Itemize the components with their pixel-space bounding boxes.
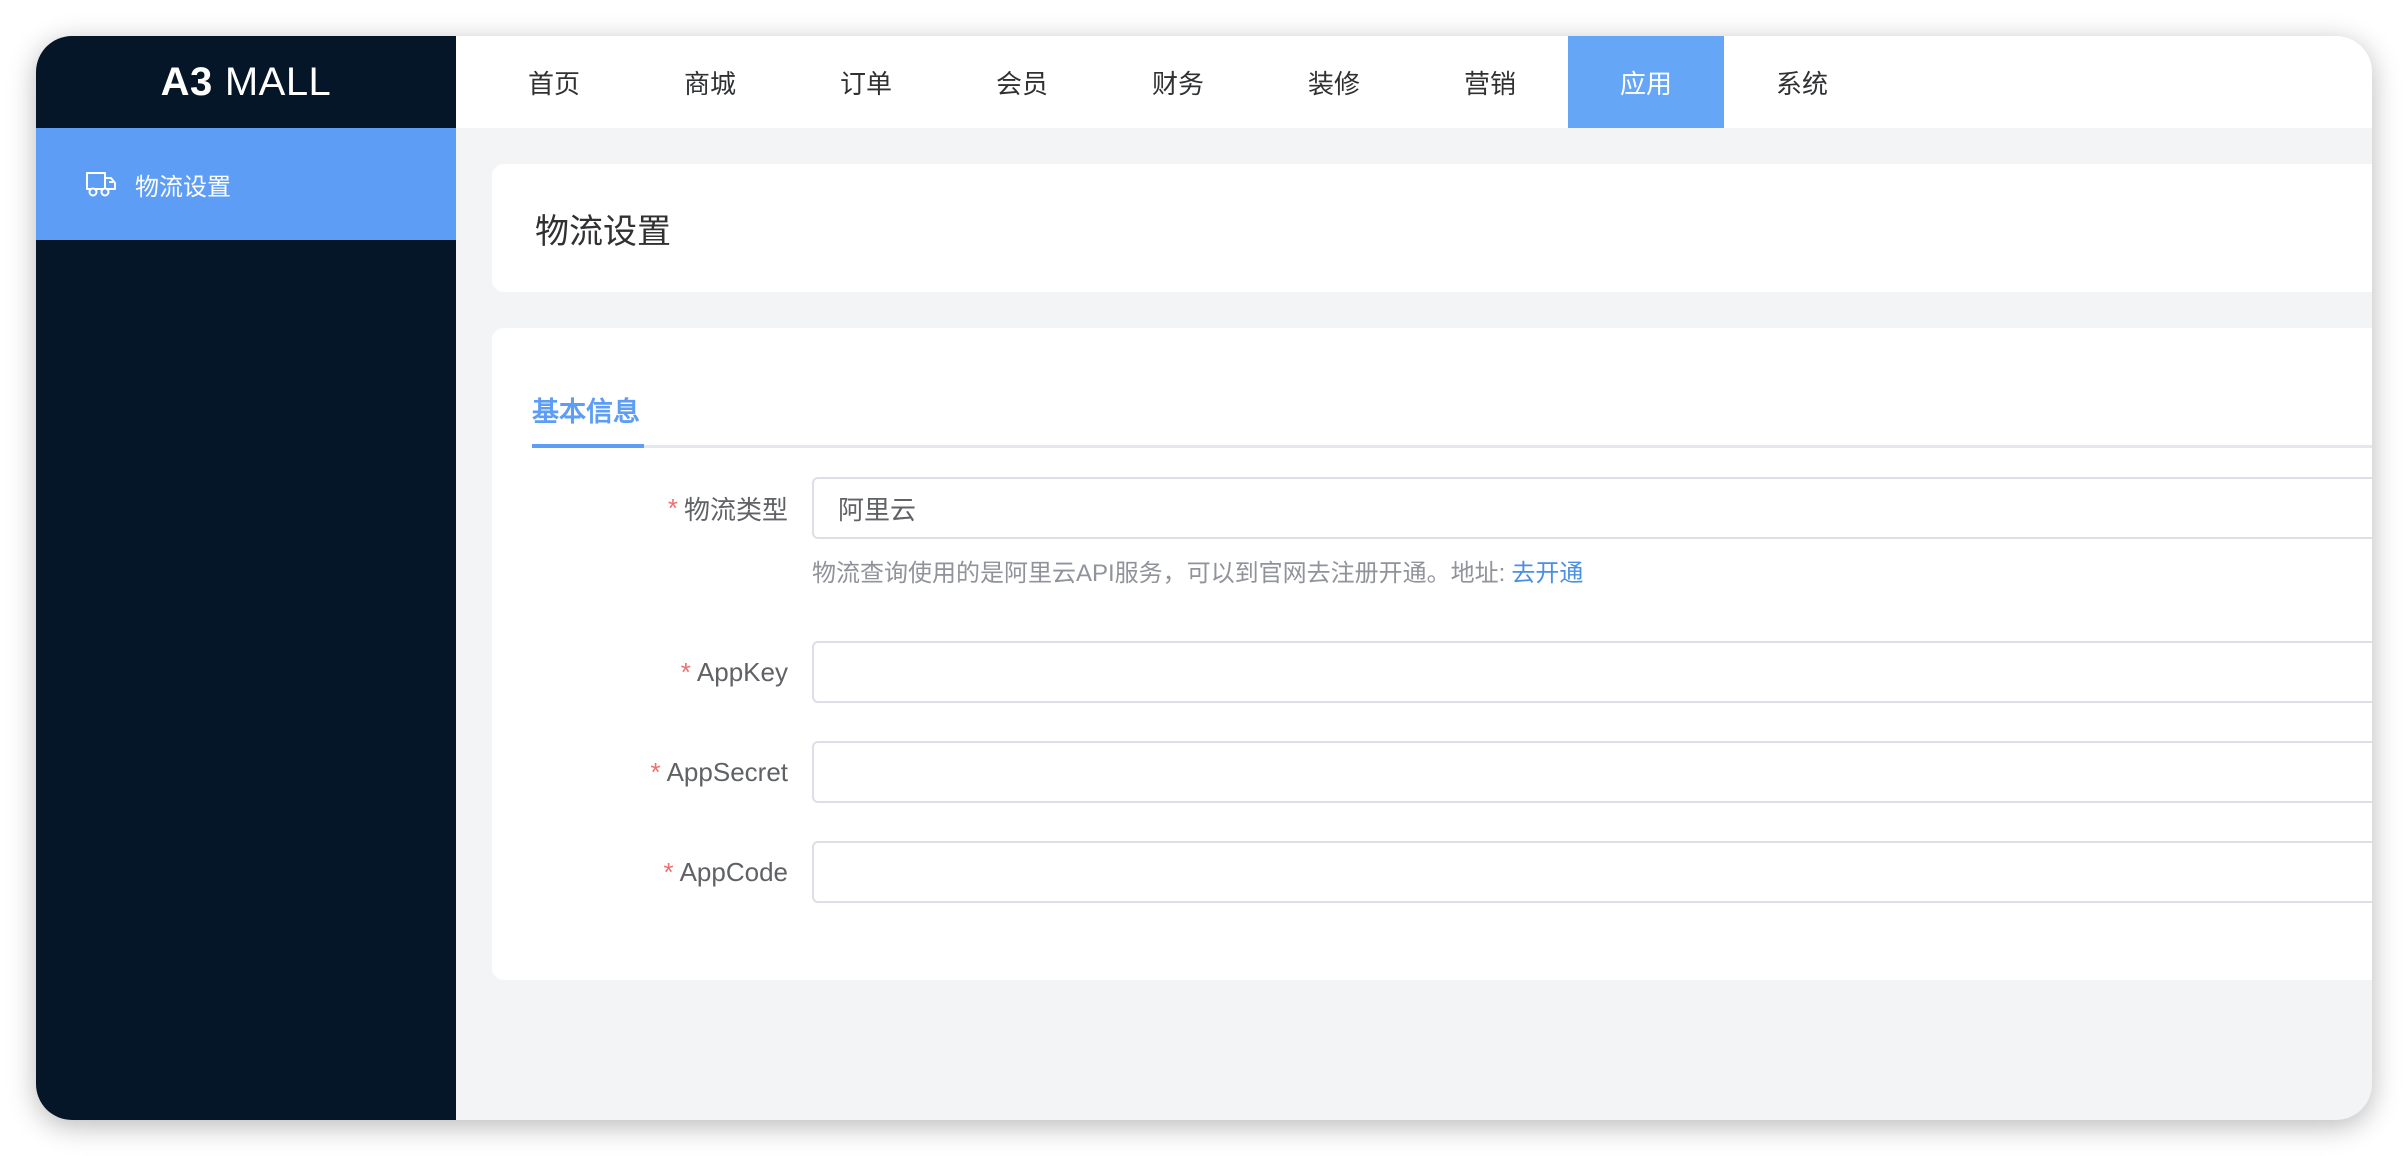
field-label-text: AppSecret	[666, 756, 788, 787]
required-mark: *	[680, 656, 691, 687]
field-label-text: AppCode	[679, 856, 788, 887]
help-text: 物流查询使用的是阿里云API服务，可以到官网去注册开通。地址: 去开通	[812, 553, 1583, 588]
appkey-input[interactable]	[812, 641, 2372, 703]
form-tabs: 基本信息	[532, 328, 2372, 448]
tab-system[interactable]: 系统	[1724, 36, 1880, 128]
tab-decoration[interactable]: 装修	[1256, 36, 1412, 128]
top-nav: 首页 商城 订单 会员 财务 装修 营销 应用 系统	[456, 36, 2372, 128]
field-label-text: 物流类型	[683, 494, 788, 525]
logo: A3 MALL	[36, 36, 456, 128]
sidebar-item-label: 物流设置	[135, 173, 231, 201]
field-label-text: AppKey	[696, 656, 788, 687]
form-row-appsecret: * AppSecret	[492, 741, 2372, 803]
form-row-appkey: * AppKey	[492, 641, 2372, 703]
field-label: * AppCode	[492, 841, 788, 903]
required-mark: *	[650, 756, 661, 787]
tab-marketing[interactable]: 营销	[1412, 36, 1568, 128]
tab-orders[interactable]: 订单	[788, 36, 944, 128]
tabs-divider	[532, 445, 2372, 448]
required-mark: *	[667, 492, 678, 523]
appsecret-input[interactable]	[812, 741, 2372, 803]
logo-thin: MALL	[224, 59, 332, 104]
tab-mall[interactable]: 商城	[632, 36, 788, 128]
sidebar-item-logistics-settings[interactable]: 物流设置	[36, 128, 456, 240]
form-card: 基本信息 * 物流类型 物流查询使用的是阿里云API服务，可以到官网去注册开通。…	[492, 328, 2372, 980]
field-label: * AppSecret	[492, 741, 788, 803]
field-label: * AppKey	[492, 641, 788, 703]
top-nav-tabs: 首页 商城 订单 会员 财务 装修 营销 应用 系统	[476, 36, 1880, 128]
required-mark: *	[663, 856, 674, 887]
tab-home[interactable]: 首页	[476, 36, 632, 128]
app-window: A3 MALL 物流设置 首页 商城 订单 会员 财务 装修 营销 应用 系统 …	[36, 36, 2372, 1120]
form-row-appcode: * AppCode	[492, 841, 2372, 903]
logistics-type-input[interactable]	[812, 477, 2372, 539]
truck-icon	[85, 170, 117, 198]
activate-link[interactable]: 去开通	[1511, 560, 1583, 587]
tab-apps[interactable]: 应用	[1568, 36, 1724, 128]
page-title: 物流设置	[535, 212, 671, 251]
sidebar: A3 MALL 物流设置	[36, 36, 456, 1120]
appcode-input[interactable]	[812, 841, 2372, 903]
active-tab-indicator	[532, 444, 644, 448]
page-header-card: 物流设置	[492, 164, 2372, 292]
form-row-logistics-type: * 物流类型	[492, 477, 2372, 539]
field-label: * 物流类型	[492, 477, 788, 539]
help-text-body: 物流查询使用的是阿里云API服务，可以到官网去注册开通。地址:	[812, 560, 1506, 587]
tab-basic-info[interactable]: 基本信息	[532, 390, 640, 429]
tab-finance[interactable]: 财务	[1100, 36, 1256, 128]
logo-bold: A3	[160, 59, 213, 104]
tab-members[interactable]: 会员	[944, 36, 1100, 128]
